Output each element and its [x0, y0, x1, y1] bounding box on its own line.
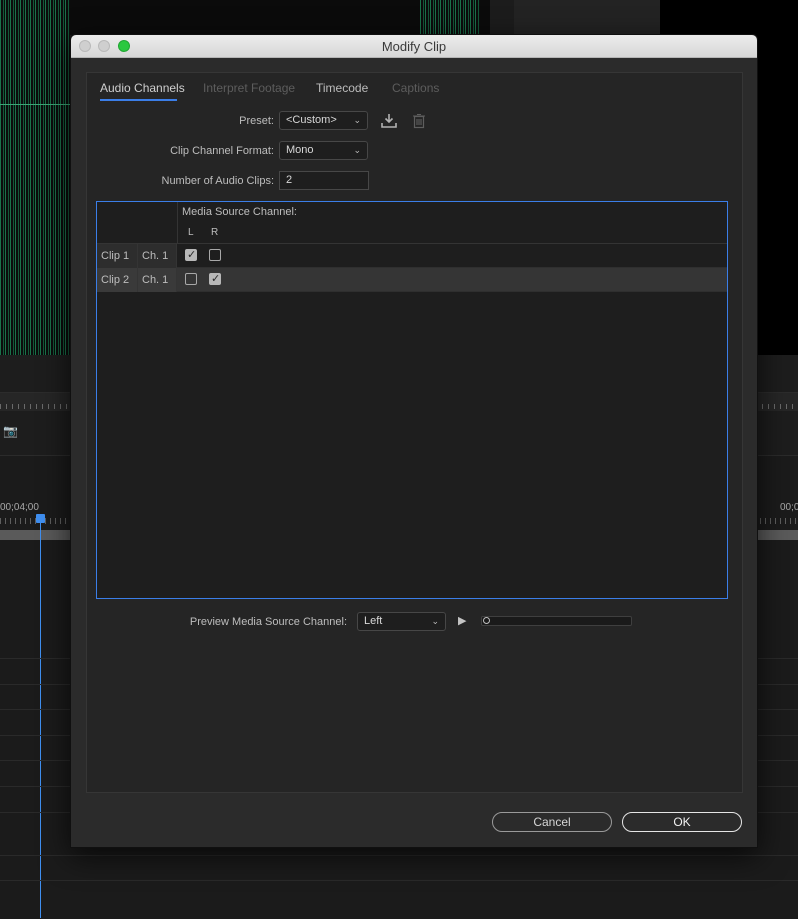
preset-dropdown[interactable]: <Custom> ⌄	[279, 111, 368, 130]
timeline-timecode: 00;04;00	[0, 502, 39, 513]
chevron-down-icon: ⌄	[353, 145, 361, 155]
track-divider	[0, 880, 798, 881]
preview-scrub-slider[interactable]	[481, 616, 632, 626]
grid-corner-header	[97, 202, 178, 243]
playhead-line	[40, 520, 41, 918]
tab-timecode[interactable]: Timecode	[316, 81, 368, 95]
clip-channel-format-value: Mono	[286, 144, 314, 156]
channel-cell: Ch. 1	[138, 244, 177, 268]
audio-waveform	[0, 0, 70, 355]
clip-channel-format-dropdown[interactable]: Mono ⌄	[279, 141, 368, 160]
chevron-down-icon: ⌄	[353, 115, 361, 125]
dialog-title: Modify Clip	[381, 39, 447, 54]
tab-captions[interactable]: Captions	[392, 81, 439, 95]
channel-assignment-grid: Media Source Channel: L R Clip 1 Ch. 1 C…	[96, 201, 728, 599]
active-tab-indicator	[100, 99, 177, 101]
download-tray-icon[interactable]	[381, 113, 397, 129]
cancel-button[interactable]: Cancel	[492, 812, 612, 832]
ok-button[interactable]: OK	[622, 812, 742, 832]
preview-channel-dropdown[interactable]: Left ⌄	[357, 612, 446, 631]
track-divider	[0, 855, 798, 856]
preset-label: Preset:	[239, 115, 274, 127]
title-bar[interactable]: Modify Clip	[71, 35, 757, 58]
background-panel	[514, 0, 660, 35]
media-source-channel-header: Media Source Channel:	[182, 206, 297, 218]
dialog-panel: Audio Channels Interpret Footage Timecod…	[86, 72, 743, 793]
number-of-audio-clips-input[interactable]: 2	[279, 171, 369, 190]
clip-cell: Clip 1	[97, 244, 138, 268]
number-of-audio-clips-label: Number of Audio Clips:	[161, 175, 275, 187]
camera-icon[interactable]: 📷	[3, 424, 18, 438]
checkbox-l[interactable]	[185, 273, 197, 285]
column-header-r: R	[211, 227, 219, 238]
timeline-timecode-right: 00;0	[780, 502, 798, 513]
tab-interpret-footage[interactable]: Interpret Footage	[203, 81, 295, 95]
checkbox-r[interactable]	[209, 272, 221, 285]
audio-waveform-top	[70, 0, 490, 35]
playhead-handle[interactable]	[36, 514, 45, 523]
checkbox-r[interactable]	[209, 249, 221, 261]
chevron-down-icon: ⌄	[431, 616, 439, 626]
tab-audio-channels[interactable]: Audio Channels	[100, 81, 185, 95]
channel-cell: Ch. 1	[138, 268, 177, 292]
slider-handle[interactable]	[483, 617, 490, 624]
clip-channel-format-label: Clip Channel Format:	[170, 145, 274, 157]
clip-cell: Clip 2	[97, 268, 138, 292]
preview-channel-label: Preview Media Source Channel:	[189, 616, 347, 628]
modify-clip-dialog: Modify Clip Audio Channels Interpret Foo…	[70, 34, 758, 848]
column-header-l: L	[188, 227, 194, 238]
checkbox-l[interactable]	[185, 248, 197, 261]
play-icon[interactable]: ▶	[458, 614, 466, 627]
preview-channel-value: Left	[364, 615, 383, 627]
trash-icon[interactable]	[411, 113, 427, 129]
table-row[interactable]: Clip 2 Ch. 1	[97, 268, 727, 292]
preset-value: <Custom>	[286, 114, 337, 126]
table-row[interactable]: Clip 1 Ch. 1	[97, 244, 727, 268]
